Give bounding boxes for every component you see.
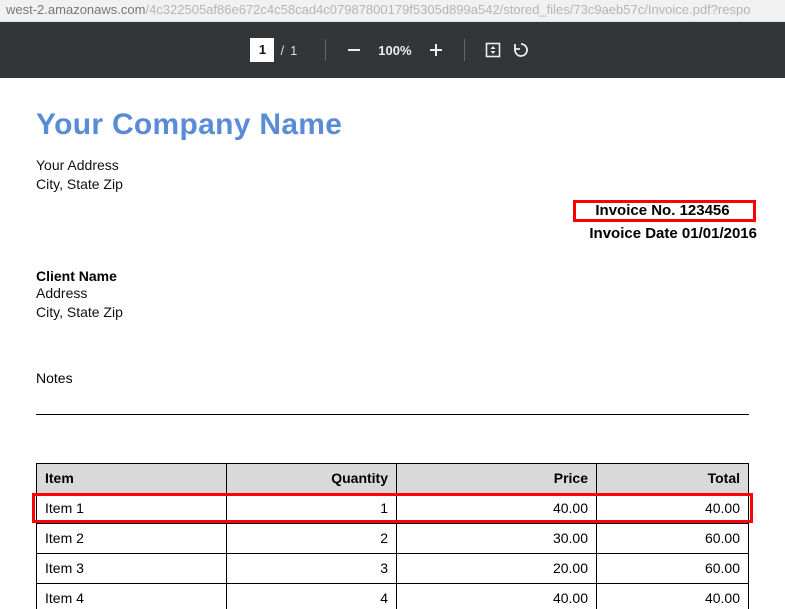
plus-icon <box>428 42 444 58</box>
cell-qty: 3 <box>227 553 397 583</box>
company-address-line1: Your Address <box>36 156 757 175</box>
zoom-in-button[interactable] <box>422 36 450 64</box>
url-host: west-2.amazonaws.com <box>6 2 145 17</box>
client-address-line1: Address <box>36 284 757 303</box>
col-price: Price <box>397 463 597 493</box>
cell-total: 40.00 <box>597 583 749 609</box>
pdf-page: Your Company Name Your Address City, Sta… <box>0 78 785 609</box>
table-row: Item 2 2 30.00 60.00 <box>37 523 749 553</box>
cell-qty: 1 <box>227 493 397 523</box>
cell-item: Item 1 <box>37 493 227 523</box>
fit-page-icon <box>484 41 502 59</box>
url-path: /4c322505af86e672c4c58cad4c07987800179f5… <box>145 2 750 17</box>
cell-qty: 2 <box>227 523 397 553</box>
table-row: Item 4 4 40.00 40.00 <box>37 583 749 609</box>
toolbar-divider <box>325 39 326 61</box>
cell-qty: 4 <box>227 583 397 609</box>
table-row: Item 1 1 40.00 40.00 <box>37 493 749 523</box>
invoice-meta: Invoice No. 123456 Invoice Date 01/01/20… <box>589 200 757 242</box>
address-bar[interactable]: west-2.amazonaws.com/4c322505af86e672c4c… <box>0 0 785 22</box>
page-separator: / <box>280 43 284 58</box>
cell-total: 60.00 <box>597 523 749 553</box>
company-name: Your Company Name <box>36 108 757 142</box>
col-item: Item <box>37 463 227 493</box>
cell-item: Item 2 <box>37 523 227 553</box>
invoice-date-label: Invoice Date <box>589 225 682 242</box>
invoice-date: Invoice Date 01/01/2016 <box>589 225 757 242</box>
invoice-number-label: Invoice No. <box>595 202 679 219</box>
invoice-number-value: 123456 <box>680 202 730 219</box>
client-name: Client Name <box>36 268 757 284</box>
pdf-toolbar: 1 / 1 100% <box>0 22 785 78</box>
zoom-level: 100% <box>378 43 411 58</box>
cell-price: 40.00 <box>397 493 597 523</box>
cell-price: 20.00 <box>397 553 597 583</box>
fit-page-button[interactable] <box>479 36 507 64</box>
company-address-line2: City, State Zip <box>36 175 757 194</box>
page-total: 1 <box>290 43 297 58</box>
table-row: Item 3 3 20.00 60.00 <box>37 553 749 583</box>
minus-icon <box>346 42 362 58</box>
client-address-line2: City, State Zip <box>36 303 757 322</box>
cell-total: 40.00 <box>597 493 749 523</box>
cell-price: 30.00 <box>397 523 597 553</box>
invoice-number: Invoice No. 123456 <box>589 200 757 221</box>
notes-label: Notes <box>36 370 757 386</box>
items-table: Item Quantity Price Total Item 1 1 40.00… <box>36 463 749 609</box>
page-current-input[interactable]: 1 <box>250 38 274 62</box>
invoice-date-value: 01/01/2016 <box>682 225 757 242</box>
divider <box>36 414 749 415</box>
col-total: Total <box>597 463 749 493</box>
cell-item: Item 4 <box>37 583 227 609</box>
client-block: Client Name Address City, State Zip <box>36 268 757 322</box>
zoom-out-button[interactable] <box>340 36 368 64</box>
cell-item: Item 3 <box>37 553 227 583</box>
cell-price: 40.00 <box>397 583 597 609</box>
table-header-row: Item Quantity Price Total <box>37 463 749 493</box>
cell-total: 60.00 <box>597 553 749 583</box>
rotate-button[interactable] <box>507 36 535 64</box>
toolbar-divider <box>464 39 465 61</box>
rotate-icon <box>512 41 530 59</box>
col-qty: Quantity <box>227 463 397 493</box>
page-indicator: 1 / 1 <box>250 38 297 62</box>
